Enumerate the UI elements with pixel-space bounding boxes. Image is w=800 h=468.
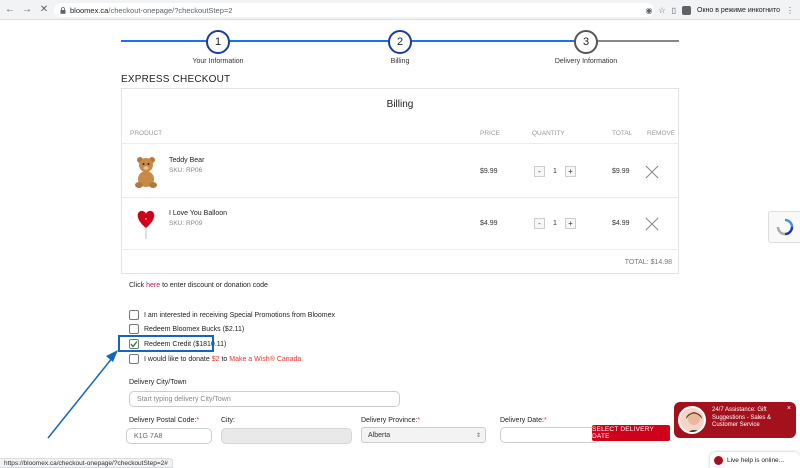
delivery-date-label: Delivery Date:* (500, 417, 547, 424)
teddy-bear-icon (135, 157, 157, 188)
city-input[interactable] (221, 428, 352, 444)
city-label: City: (221, 417, 235, 424)
header-remove: REMOVE (647, 130, 676, 137)
step-2-label: Billing (390, 58, 410, 65)
item-2-qty: - 1 + (534, 218, 576, 229)
postal-code-label: Delivery Postal Code:* (129, 417, 200, 424)
option-promotions[interactable]: I am interested in receiving Special Pro… (129, 310, 335, 320)
select-delivery-date-button[interactable]: SELECT DELIVERY DATE (592, 425, 670, 441)
item-2-total: $4.99 (612, 220, 630, 227)
sidebar-icon[interactable]: ▯ (672, 6, 676, 15)
qty-value[interactable]: 1 (549, 168, 561, 175)
discount-link[interactable]: here (146, 282, 160, 289)
billing-title: Billing (386, 99, 414, 110)
browser-toolbar: ← → ✕ bloomex.ca/checkout-onepage/?check… (0, 0, 800, 20)
incognito-label: Окно в режиме инкогнито (697, 6, 780, 14)
forward-icon[interactable]: → (20, 3, 34, 17)
header-quantity: QUANTITY (532, 130, 565, 137)
city-town-input[interactable]: Start typing delivery City/Town (129, 391, 400, 407)
province-value: Alberta (368, 431, 391, 439)
city-town-label: Delivery City/Town (129, 379, 187, 386)
header-total: TOTAL (612, 130, 633, 137)
item-1-qty: - 1 + (534, 166, 576, 177)
discount-line: Click here to enter discount or donation… (129, 282, 268, 289)
item-2-sku: SKU: RP09 (169, 220, 203, 227)
live-help-bar[interactable]: Live help is online... (710, 452, 800, 468)
grand-total: TOTAL: $14.98 (624, 259, 672, 266)
chevron-updown-icon: ⇕ (475, 432, 481, 439)
qty-decrease-button[interactable]: - (534, 166, 545, 177)
chat-message: 24/7 Assistance: Gift Suggestions - Sale… (712, 407, 772, 428)
bloomex-bucks-label: Redeem Bloomex Bucks ($2.11) (144, 325, 245, 333)
chat-status-icon (714, 455, 723, 465)
express-checkout-heading: EXPRESS CHECKOUT (121, 74, 231, 85)
delivery-date-input[interactable] (500, 427, 600, 443)
eye-off-icon[interactable]: ◉ (645, 6, 652, 15)
star-icon[interactable]: ☆ (658, 6, 665, 15)
header-price: PRICE (480, 130, 500, 137)
live-help-label: Live help is online... (727, 456, 785, 464)
qty-increase-button[interactable]: + (565, 166, 576, 177)
stop-loading-icon[interactable]: ✕ (37, 3, 51, 17)
lock-icon (60, 6, 66, 14)
step-3-label: Delivery Information (554, 58, 618, 65)
remove-icon[interactable] (645, 165, 659, 179)
remove-icon[interactable] (645, 217, 659, 231)
postal-code-input[interactable]: K1G 7A8 (126, 428, 212, 444)
donate-label: I would like to donate $2 to Make a Wish… (144, 355, 302, 363)
step-2-circle[interactable]: 2 (388, 30, 412, 54)
item-2-name[interactable]: I Love You Balloon (169, 210, 227, 217)
agent-avatar (678, 406, 706, 434)
address-bar[interactable]: bloomex.ca/checkout-onepage/?checkoutSte… (54, 3, 654, 17)
qty-decrease-button[interactable]: - (534, 218, 545, 229)
qty-increase-button[interactable]: + (565, 218, 576, 229)
promotions-label: I am interested in receiving Special Pro… (144, 311, 336, 319)
back-icon[interactable]: ← (3, 3, 17, 17)
url-host: bloomex.ca (70, 5, 109, 15)
option-donate[interactable]: I would like to donate $2 to Make a Wish… (129, 354, 301, 364)
checkout-progress: 1 Your Information 2 Billing 3 Delivery … (121, 28, 679, 68)
option-bloomex-bucks[interactable]: Redeem Bloomex Bucks ($2.11) (129, 324, 244, 334)
province-label: Delivery Province:* (361, 417, 421, 424)
promotions-checkbox[interactable] (129, 310, 139, 320)
step-3-circle[interactable]: 3 (574, 30, 598, 54)
billing-card: Billing PRODUCT PRICE QUANTITY TOTAL REM… (121, 88, 679, 274)
item-1-price: $9.99 (480, 168, 498, 175)
bloomex-bucks-checkbox[interactable] (129, 324, 139, 334)
recaptcha-icon (776, 218, 793, 236)
step-1-circle[interactable]: 1 (206, 30, 230, 54)
heart-balloon-icon: ♥ (137, 210, 155, 239)
url-path: /checkout-onepage/?checkoutStep=2 (108, 5, 233, 15)
qty-value[interactable]: 1 (549, 220, 561, 227)
item-1-name[interactable]: Teddy Bear (169, 157, 204, 164)
item-1-sku: SKU: RP06 (169, 167, 203, 174)
status-bar-url: https://bloomex.ca/checkout-onepage/?che… (0, 458, 173, 468)
menu-icon[interactable]: ⋮ (786, 6, 794, 15)
item-1-total: $9.99 (612, 168, 630, 175)
step-1-label: Your Information (192, 58, 244, 65)
chat-popup[interactable]: 24/7 Assistance: Gift Suggestions - Sale… (674, 402, 796, 438)
header-product: PRODUCT (130, 130, 163, 137)
make-a-wish-link[interactable]: Make a Wish® Canada (229, 356, 301, 363)
incognito-icon (682, 5, 691, 15)
donate-checkbox[interactable] (129, 354, 139, 364)
close-icon[interactable]: × (787, 405, 791, 412)
province-select[interactable]: Alberta ⇕ (361, 427, 486, 443)
item-2-price: $4.99 (480, 220, 498, 227)
svg-text:♥: ♥ (145, 217, 147, 221)
recaptcha-badge[interactable] (768, 211, 800, 243)
annotation-highlight-box (118, 335, 214, 352)
